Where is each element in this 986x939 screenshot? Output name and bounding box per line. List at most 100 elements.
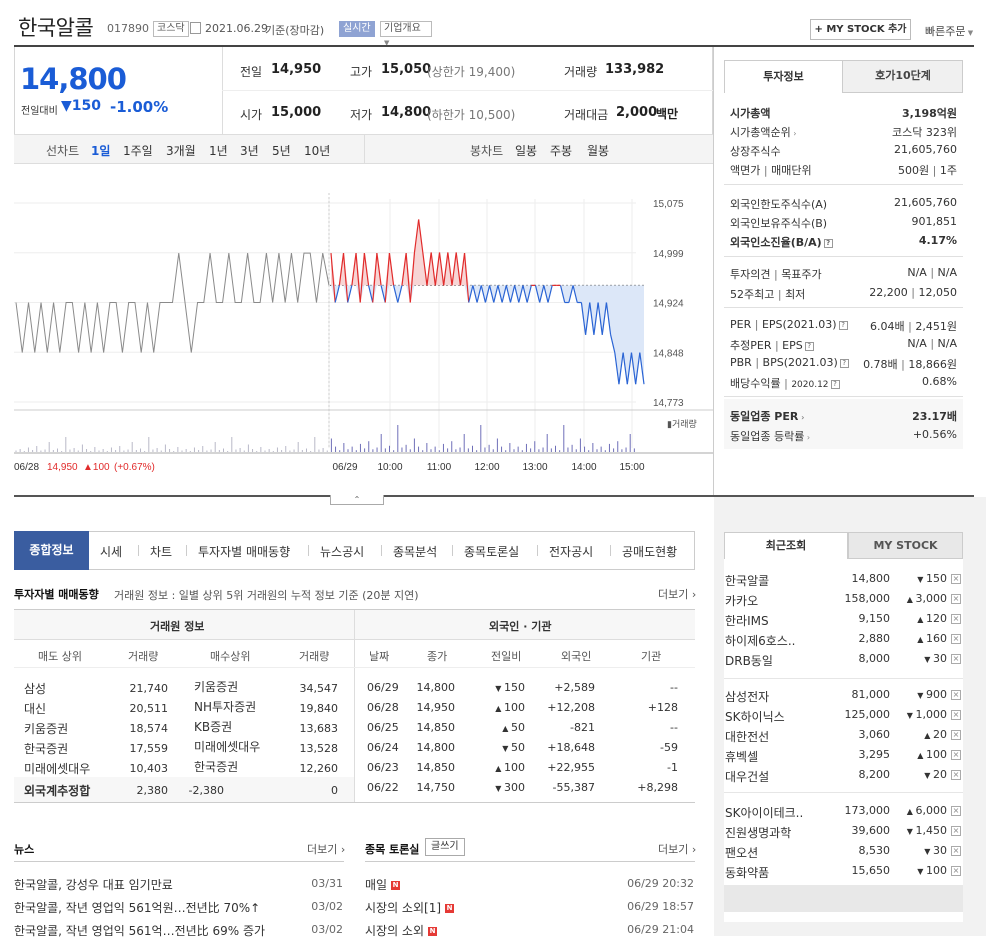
news-more-link[interactable]: 더보기 › <box>307 841 345 857</box>
remove-icon[interactable]: × <box>951 654 961 664</box>
remove-icon[interactable]: × <box>951 770 961 780</box>
recent-stock-name[interactable]: 카카오 <box>725 592 758 609</box>
foreign-sum-buy: -2,380 <box>188 784 224 797</box>
tab-orderbook[interactable]: 호가10단계 <box>843 60 963 93</box>
trading-more-link[interactable]: 더보기 › <box>658 586 696 602</box>
recent-stock-name[interactable]: 진원생명과학 <box>725 824 791 841</box>
recent-stock-name[interactable]: 한국알콜 <box>725 572 769 589</box>
recent-stock-name[interactable]: 휴벡셀 <box>725 748 758 765</box>
tab-recent[interactable]: 최근조회 <box>724 532 848 559</box>
intraday-chart[interactable]: 15,075 14,999 14,924 14,848 14,773 ▮거래량 06/29 1… <box>14 165 713 495</box>
prev-value: 14,950 <box>271 62 322 77</box>
daily-foreign: +2,589 <box>554 681 595 694</box>
candle-weekly[interactable]: 주봉 <box>550 142 572 159</box>
tab-6[interactable]: 전자공시 <box>549 543 593 560</box>
help-icon[interactable]: ? <box>804 341 814 351</box>
remove-icon[interactable]: × <box>951 614 961 624</box>
board-item-title[interactable]: 매일 N <box>365 876 401 893</box>
board-line <box>365 861 695 862</box>
tab-0[interactable]: 시세 <box>100 543 122 560</box>
period-1d[interactable]: 1일 <box>91 142 110 159</box>
recent-change-value: 1,450 <box>915 824 948 837</box>
y-tick-label: 14,848 <box>653 348 684 359</box>
period-1y[interactable]: 1년 <box>209 142 228 159</box>
invest-divider <box>724 307 963 308</box>
tab-separator <box>452 545 453 556</box>
recent-stock-name[interactable]: 삼성전자 <box>725 688 769 705</box>
help-icon[interactable]: ? <box>830 379 840 389</box>
tab-5[interactable]: 종목토론실 <box>464 543 519 560</box>
board-item-title[interactable]: 시장의 소외 N <box>365 922 438 939</box>
broker-buy-volume: 19,840 <box>299 702 339 715</box>
remove-icon[interactable]: × <box>951 750 961 760</box>
tab-7[interactable]: 공매도현황 <box>622 543 677 560</box>
remove-icon[interactable]: × <box>951 574 961 584</box>
market-cap-rank-label[interactable]: 시가총액순위 › <box>730 124 796 140</box>
period-3y[interactable]: 3년 <box>240 142 259 159</box>
recent-stock-name[interactable]: 하이제6호스.. <box>725 632 795 649</box>
week52-label: 52주최고 | 최저 <box>730 288 806 301</box>
tab-1[interactable]: 차트 <box>150 543 172 560</box>
tab-mystock[interactable]: MY STOCK <box>848 532 963 559</box>
remove-icon[interactable]: × <box>951 690 961 700</box>
tab-3[interactable]: 뉴스공시 <box>320 543 364 560</box>
period-1w[interactable]: 1주일 <box>123 142 153 159</box>
remove-icon[interactable]: × <box>951 806 961 816</box>
remove-icon[interactable]: × <box>951 846 961 856</box>
down-arrow-icon: ▼ <box>61 98 72 114</box>
tab-4[interactable]: 종목분석 <box>393 543 437 560</box>
recent-stock-name[interactable]: SK하이닉스 <box>725 708 785 725</box>
broker-header: 거래원 정보 <box>150 620 205 633</box>
pbr-label: PBR | BPS(2021.03)? <box>730 356 849 369</box>
remove-icon[interactable]: × <box>951 710 961 720</box>
recent-stock-change: ▲ 6,000 <box>893 804 947 817</box>
recent-group-divider <box>724 678 963 679</box>
recent-stock-price: 9,150 <box>858 612 891 625</box>
x-tick-label: 11:00 <box>427 462 452 473</box>
news-item-title[interactable]: 한국알콜, 작년 영업익 561억원…전년比 70%↑ <box>14 899 260 916</box>
recent-stock-name[interactable]: 동화약품 <box>725 864 769 881</box>
tab-2[interactable]: 투자자별 매매동향 <box>198 543 290 560</box>
plus-icon: + <box>814 24 827 35</box>
recent-stock-name[interactable]: 대우건설 <box>725 768 769 785</box>
remove-icon[interactable]: × <box>951 866 961 876</box>
recent-stock-name[interactable]: SK아이이테크.. <box>725 804 803 821</box>
candle-chart-label: 봉차트 <box>470 144 504 158</box>
remove-icon[interactable]: × <box>951 594 961 604</box>
tab-invest-info[interactable]: 투자정보 <box>724 60 843 93</box>
low-label: 저가 <box>350 108 373 122</box>
quick-order-link[interactable]: 빠른주문 ▼ <box>925 23 973 39</box>
quote-divider-h <box>222 90 713 91</box>
news-item-title[interactable]: 한국알콜, 작년 영업익 561억…전년比 69% 증가 <box>14 922 265 939</box>
collapse-chart-button[interactable]: ⌃ <box>330 495 384 505</box>
period-3m[interactable]: 3개월 <box>166 142 196 159</box>
foreign-limit-value: 21,605,760 <box>894 196 957 209</box>
add-mystock-button[interactable]: + MY STOCK 추가 <box>810 19 911 40</box>
company-info-dropdown[interactable]: 기업개요 ▼ <box>380 21 432 47</box>
price-change-pct: -1.00% <box>110 98 169 116</box>
realtime-button[interactable]: 실시간 <box>339 21 375 37</box>
remove-icon[interactable]: × <box>951 730 961 740</box>
period-10y[interactable]: 10년 <box>304 142 330 159</box>
help-icon[interactable]: ? <box>823 238 833 248</box>
tab-separator <box>308 545 309 556</box>
recent-stock-name[interactable]: 대한전선 <box>725 728 769 745</box>
tab-overview[interactable]: 종합정보 <box>14 531 89 570</box>
est-per-value: N/A | N/A <box>907 337 957 350</box>
write-button[interactable]: 글쓰기 <box>425 838 465 856</box>
remove-icon[interactable]: × <box>951 826 961 836</box>
recent-stock-name[interactable]: DRB동일 <box>725 652 773 669</box>
sector-per-label[interactable]: 동일업종 PER › <box>730 408 804 424</box>
sector-rate-label[interactable]: 동일업종 등락률 › <box>730 428 810 444</box>
board-more-link[interactable]: 더보기 › <box>658 841 696 857</box>
board-item-title[interactable]: 시장의 소외[1] N <box>365 899 455 916</box>
tab-separator <box>537 545 538 556</box>
remove-icon[interactable]: × <box>951 634 961 644</box>
candle-daily[interactable]: 일봉 <box>515 142 537 159</box>
period-5y[interactable]: 5년 <box>272 142 291 159</box>
recent-stock-name[interactable]: 한라IMS <box>725 612 769 629</box>
candle-monthly[interactable]: 월봉 <box>587 142 609 159</box>
recent-stock-name[interactable]: 팬오션 <box>725 844 758 861</box>
foreign-sum-label: 외국계추정합 <box>24 784 91 798</box>
news-item-title[interactable]: 한국알콜, 강성우 대표 임기만료 <box>14 876 173 893</box>
